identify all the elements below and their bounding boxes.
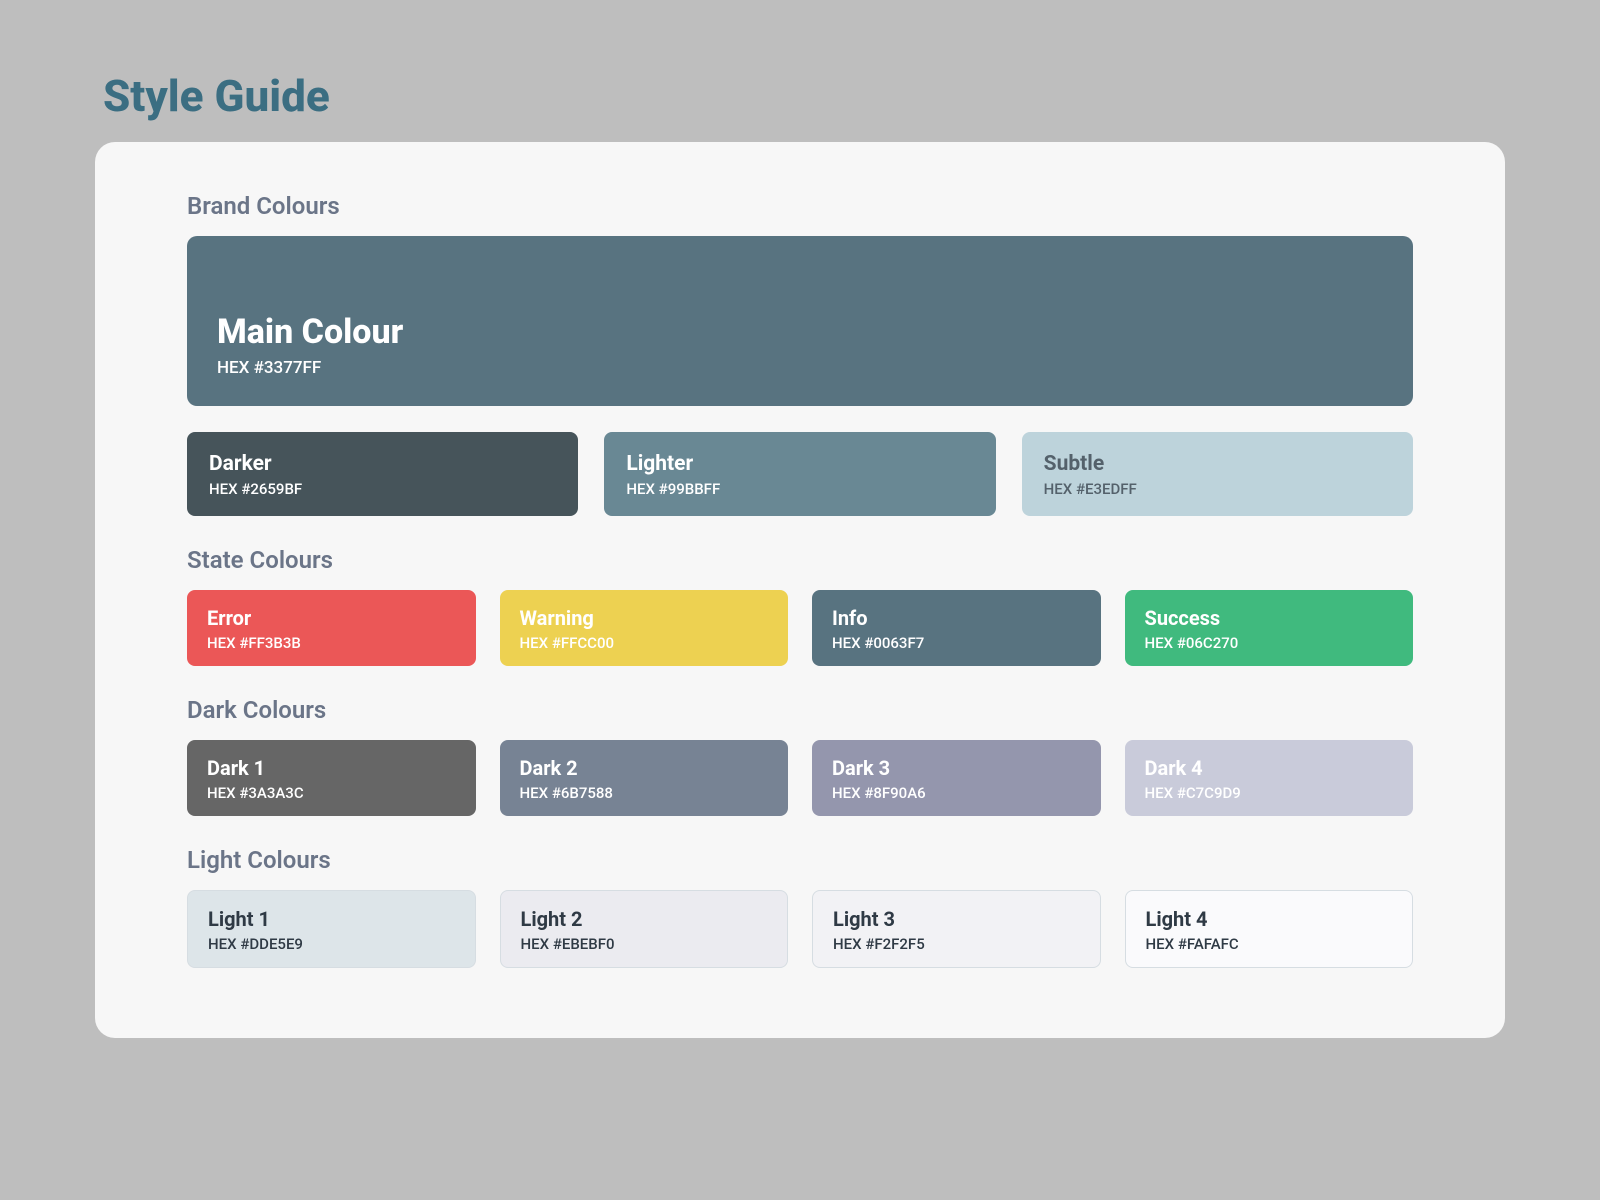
page-title: Style Guide [103,70,1505,122]
swatch-light-1: Light 1 HEX #DDE5E9 [187,890,476,968]
swatch-hex: HEX #EBEBF0 [521,935,768,953]
swatch-main-name: Main Colour [217,312,1383,352]
swatch-light-3: Light 3 HEX #F2F2F5 [812,890,1101,968]
swatch-name: Subtle [1044,452,1391,476]
state-row: Error HEX #FF3B3B Warning HEX #FFCC00 Info HE… [187,590,1413,666]
swatch-hex: HEX #FAFAFC [1146,935,1393,953]
swatch-hex: HEX #C7C9D9 [1145,784,1394,802]
swatch-main: Main Colour HEX #3377FF [187,236,1413,406]
swatch-name: Success [1145,606,1394,630]
swatch-error: Error HEX #FF3B3B [187,590,476,666]
swatch-hex: HEX #DDE5E9 [208,935,455,953]
swatch-name: Lighter [626,452,973,476]
swatch-dark-1: Dark 1 HEX #3A3A3C [187,740,476,816]
swatch-name: Warning [520,606,769,630]
swatch-hex: HEX #6B7588 [520,784,769,802]
swatch-name: Error [207,606,456,630]
swatch-name: Dark 3 [832,756,1081,780]
swatch-hex: HEX #2659BF [209,480,556,498]
swatch-warning: Warning HEX #FFCC00 [500,590,789,666]
swatch-name: Light 3 [833,907,1080,931]
section-title-state: State Colours [187,546,1413,574]
swatch-name: Dark 4 [1145,756,1394,780]
section-title-brand: Brand Colours [187,192,1413,220]
swatch-name: Light 2 [521,907,768,931]
swatch-lighter: Lighter HEX #99BBFF [604,432,995,516]
swatch-name: Light 4 [1146,907,1393,931]
swatch-hex: HEX #99BBFF [626,480,973,498]
swatch-name: Light 1 [208,907,455,931]
swatch-light-4: Light 4 HEX #FAFAFC [1125,890,1414,968]
swatch-hex: HEX #8F90A6 [832,784,1081,802]
brand-variants-row: Darker HEX #2659BF Lighter HEX #99BBFF Subtl… [187,432,1413,516]
swatch-main-hex: HEX #3377FF [217,358,1383,378]
swatch-hex: HEX #FF3B3B [207,634,456,652]
swatch-success: Success HEX #06C270 [1125,590,1414,666]
swatch-dark-4: Dark 4 HEX #C7C9D9 [1125,740,1414,816]
swatch-dark-3: Dark 3 HEX #8F90A6 [812,740,1101,816]
section-title-light: Light Colours [187,846,1413,874]
swatch-light-2: Light 2 HEX #EBEBF0 [500,890,789,968]
swatch-subtle: Subtle HEX #E3EDFF [1022,432,1413,516]
section-title-dark: Dark Colours [187,696,1413,724]
dark-row: Dark 1 HEX #3A3A3C Dark 2 HEX #6B7588 Dark 3… [187,740,1413,816]
swatch-name: Info [832,606,1081,630]
swatch-dark-2: Dark 2 HEX #6B7588 [500,740,789,816]
swatch-hex: HEX #F2F2F5 [833,935,1080,953]
swatch-info: Info HEX #0063F7 [812,590,1101,666]
swatch-name: Darker [209,452,556,476]
swatch-name: Dark 1 [207,756,456,780]
swatch-hex: HEX #3A3A3C [207,784,456,802]
swatch-hex: HEX #E3EDFF [1044,480,1391,498]
swatch-hex: HEX #0063F7 [832,634,1081,652]
swatch-hex: HEX #06C270 [1145,634,1394,652]
light-row: Light 1HEX #DDE5E9Light 2HEX #EBEBF0Ligh… [187,890,1413,968]
swatch-name: Dark 2 [520,756,769,780]
swatch-hex: HEX #FFCC00 [520,634,769,652]
style-guide-card: Brand Colours Main Colour HEX #3377FF Da… [95,142,1505,1038]
swatch-darker: Darker HEX #2659BF [187,432,578,516]
